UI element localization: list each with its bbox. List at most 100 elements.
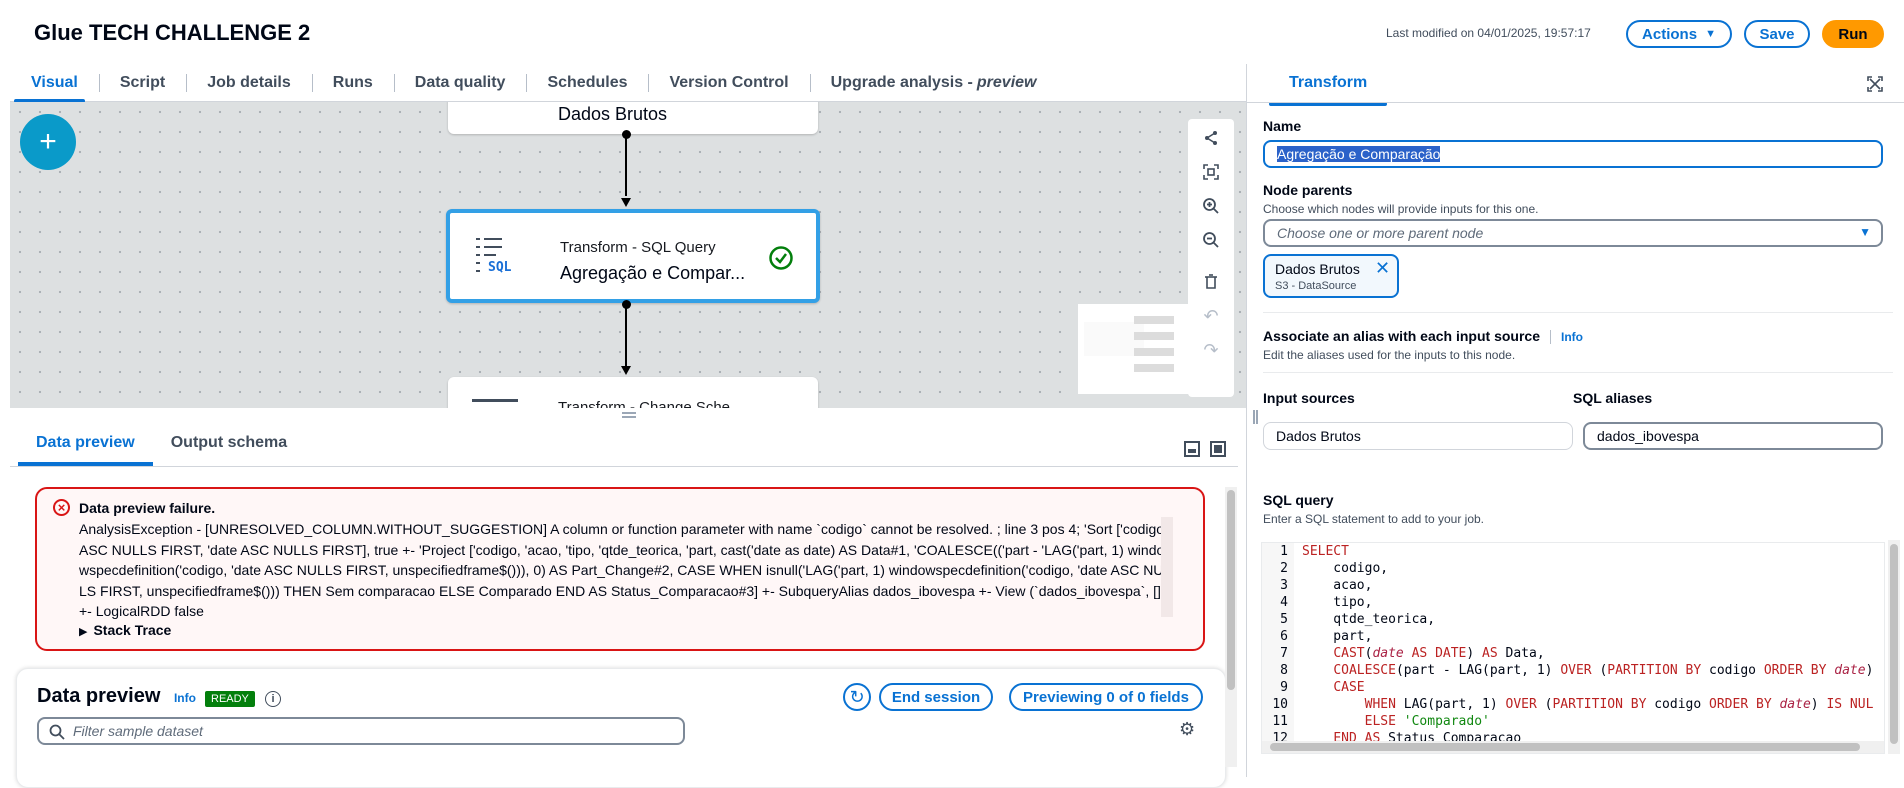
alias-label-text: Associate an alias with each input sourc… <box>1263 328 1540 344</box>
status-badge: READY <box>205 691 255 707</box>
data-preview-title: Data preview Info <box>37 685 196 708</box>
node-type: Transform - SQL Query <box>560 239 716 256</box>
token-subtitle: S3 - DataSource <box>1275 280 1357 292</box>
zoom-out-icon[interactable] <box>1198 227 1224 253</box>
undo-icon[interactable]: ↶ <box>1198 303 1224 329</box>
change-schema-icon <box>472 399 518 403</box>
refresh-button[interactable]: ↻ <box>843 683 871 711</box>
tab-upgrade-analysis[interactable]: Upgrade analysis - preview <box>809 64 1058 102</box>
alias-label: Associate an alias with each input sourc… <box>1263 328 1583 345</box>
info-circle-icon[interactable]: i <box>265 691 281 707</box>
tab-output-schema[interactable]: Output schema <box>153 434 305 466</box>
panel-layout-icon[interactable] <box>1184 441 1200 457</box>
divider <box>1263 372 1893 373</box>
sql-query-desc: Enter a SQL statement to add to your job… <box>1263 512 1485 526</box>
scrollbar-thumb[interactable] <box>1227 490 1235 690</box>
actions-button[interactable]: Actions ▼ <box>1626 20 1732 48</box>
panel-layout-alt-icon[interactable] <box>1210 441 1226 457</box>
previewing-fields-button[interactable]: Previewing 0 of 0 fields <box>1009 683 1203 711</box>
error-title: Data preview failure. <box>79 500 216 516</box>
sql-alias-input[interactable]: dados_ibovespa <box>1583 422 1883 450</box>
minimap-node <box>1134 332 1174 340</box>
alias-desc: Edit the aliases used for the inputs to … <box>1263 348 1516 362</box>
tab-data-preview[interactable]: Data preview <box>18 434 153 466</box>
tab-label: Schedules <box>547 73 628 91</box>
fit-view-icon[interactable] <box>1198 159 1224 185</box>
info-link[interactable]: Info <box>1561 330 1583 344</box>
parents-placeholder: Choose one or more parent node <box>1277 225 1484 241</box>
panel-layout-icon-part <box>1214 445 1222 453</box>
node-change-schema[interactable]: Transform - Change Sche... <box>448 377 818 408</box>
sql-editor[interactable]: 12345678910111213 SELECT codigo, acao, t… <box>1261 542 1885 754</box>
right-scrollbar[interactable] <box>1888 540 1900 754</box>
error-alert: × Data preview failure. AnalysisExceptio… <box>35 487 1205 651</box>
minimap[interactable] <box>1078 304 1194 394</box>
parent-token: Dados Brutos S3 - DataSource ✕ <box>1263 254 1399 298</box>
resize-handle[interactable] <box>622 412 636 418</box>
last-modified-text: Last modified on 04/01/2025, 19:57:17 <box>1386 26 1591 40</box>
node-dados-brutos[interactable]: Dados Brutos <box>448 102 818 134</box>
remove-token-icon[interactable]: ✕ <box>1375 258 1390 279</box>
share-icon[interactable] <box>1198 125 1224 151</box>
expand-icon[interactable] <box>1867 76 1883 92</box>
info-link[interactable]: Info <box>174 691 196 705</box>
sql-icon: SQL <box>476 238 512 275</box>
tab-label: Data preview <box>36 434 135 451</box>
name-label: Name <box>1263 118 1302 134</box>
tab-version-control[interactable]: Version Control <box>648 64 809 102</box>
page-title: Glue TECH CHALLENGE 2 <box>34 20 311 45</box>
data-preview-title-text: Data preview <box>37 685 161 707</box>
tab-label: Runs <box>332 73 373 91</box>
caret-down-icon: ▼ <box>1859 225 1871 239</box>
node-name: Agregação e Compar... <box>560 263 746 283</box>
node-name: Dados Brutos <box>558 104 668 124</box>
add-node-button[interactable]: + <box>20 114 76 170</box>
stack-trace-toggle[interactable]: ▶ Stack Trace <box>79 622 171 638</box>
scrollbar-thumb[interactable] <box>1890 544 1898 744</box>
tab-script[interactable]: Script <box>98 64 186 102</box>
tab-data-quality[interactable]: Data quality <box>393 64 527 102</box>
divider <box>10 466 1238 467</box>
editor-h-scrollbar[interactable] <box>1262 741 1884 753</box>
run-button[interactable]: Run <box>1822 20 1884 48</box>
name-value: Agregação e Comparação <box>1277 146 1441 162</box>
node-parents-desc: Choose which nodes will provide inputs f… <box>1263 202 1539 216</box>
sql-query-label: SQL query <box>1263 492 1334 508</box>
divider <box>1263 312 1893 313</box>
search-icon <box>49 724 65 740</box>
caret-right-icon: ▶ <box>79 626 88 638</box>
input-sources-label: Input sources <box>1263 390 1355 406</box>
canvas-toolbar: ↶ ↷ <box>1188 119 1234 397</box>
tab-job-details[interactable]: Job details <box>186 64 312 102</box>
delete-icon[interactable] <box>1198 269 1224 295</box>
end-session-button[interactable]: End session <box>879 683 993 711</box>
scrollbar-thumb[interactable] <box>1270 743 1860 751</box>
parents-select[interactable]: Choose one or more parent node ▼ <box>1263 219 1883 247</box>
error-scrollbar[interactable] <box>1161 517 1173 617</box>
tab-label: Data quality <box>414 73 506 91</box>
tab-visual[interactable]: Visual <box>10 64 99 103</box>
check-circle-icon <box>769 246 793 270</box>
tab-label: Job details <box>207 73 291 91</box>
tab-runs[interactable]: Runs <box>311 64 394 102</box>
error-icon: × <box>53 499 70 516</box>
minimap-node <box>1134 316 1174 324</box>
node-type: Transform - Change Sche... <box>558 399 743 408</box>
tab-transform[interactable]: Transform <box>1269 74 1388 106</box>
tab-schedules[interactable]: Schedules <box>526 64 648 102</box>
node-sql-query[interactable]: SQL Transform - SQL Query Agregação e Co… <box>446 209 820 303</box>
settings-gear-icon[interactable]: ⚙ <box>1179 719 1195 740</box>
edge-line <box>625 136 627 196</box>
filter-input[interactable]: Filter sample dataset <box>37 717 685 745</box>
save-button[interactable]: Save <box>1744 20 1810 48</box>
edge-arrow <box>621 366 631 375</box>
tab-label: Output schema <box>170 434 288 451</box>
visual-canvas[interactable]: + Dados Brutos SQL Transform - SQL Query… <box>10 102 1246 408</box>
input-source-field: Dados Brutos <box>1263 422 1573 450</box>
name-input[interactable]: Agregação e Comparação <box>1263 140 1883 168</box>
tab-label: Version Control <box>669 73 789 91</box>
redo-icon[interactable]: ↷ <box>1198 337 1224 363</box>
node-parents-label: Node parents <box>1263 182 1353 198</box>
zoom-in-icon[interactable] <box>1198 193 1224 219</box>
divider-bar <box>1549 330 1551 345</box>
